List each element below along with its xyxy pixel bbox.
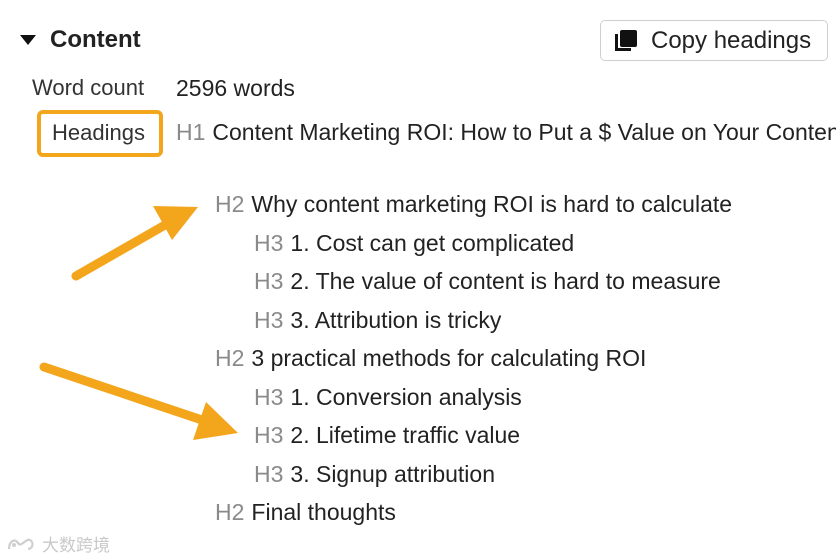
caret-down-icon — [20, 35, 36, 45]
headings-label: Headings — [52, 120, 145, 145]
heading-text: 3 practical methods for calculating ROI — [251, 345, 647, 371]
heading-text: 1. Cost can get complicated — [290, 230, 575, 256]
heading-h3: H3 1. Cost can get complicated — [254, 227, 574, 260]
word-count-label: Word count — [32, 75, 145, 100]
arrow-icon — [71, 206, 198, 281]
content-section-toggle[interactable]: Content — [20, 26, 141, 54]
heading-text: 2. The value of content is hard to measu… — [290, 268, 721, 294]
copy-icon — [615, 29, 637, 52]
heading-text: Why content marketing ROI is hard to cal… — [251, 191, 733, 217]
heading-h3: H3 1. Conversion analysis — [254, 381, 522, 414]
heading-text: 3. Attribution is tricky — [290, 307, 502, 333]
heading-level: H2 — [215, 499, 245, 525]
arrow-icon — [39, 362, 238, 440]
heading-level: H1 — [176, 119, 206, 145]
heading-level: H3 — [254, 384, 284, 410]
heading-h3: H3 3. Attribution is tricky — [254, 304, 501, 337]
word-count-value: 2596 words — [176, 75, 295, 101]
heading-level: H3 — [254, 307, 284, 333]
heading-h3: H3 2. Lifetime traffic value — [254, 419, 520, 452]
heading-text: 1. Conversion analysis — [290, 384, 522, 410]
heading-text: 3. Signup attribution — [290, 461, 495, 487]
heading-text: Final thoughts — [251, 499, 396, 525]
heading-h3: H3 3. Signup attribution — [254, 458, 495, 491]
copy-headings-button[interactable]: Copy headings — [600, 20, 828, 61]
copy-headings-label: Copy headings — [651, 26, 812, 54]
heading-level: H3 — [254, 461, 284, 487]
watermark-logo-icon — [7, 538, 34, 550]
heading-level: H2 — [215, 191, 245, 217]
heading-level: H2 — [215, 345, 245, 371]
watermark-text: 大数跨境 — [42, 536, 110, 555]
watermark: 大数跨境 — [6, 531, 110, 556]
heading-level: H3 — [254, 268, 284, 294]
heading-level: H3 — [254, 230, 284, 256]
heading-text: Content Marketing ROI: How to Put a $ Va… — [212, 119, 836, 145]
heading-h3: H3 2. The value of content is hard to mea… — [254, 265, 721, 298]
heading-h1: H1 Content Marketing ROI: How to Put a $ … — [176, 116, 836, 149]
heading-level: H3 — [254, 422, 284, 448]
section-title: Content — [50, 26, 141, 53]
heading-text: 2. Lifetime traffic value — [290, 422, 521, 448]
heading-h2: H2 Final thoughts — [215, 496, 396, 529]
heading-h2: H2 Why content marketing ROI is hard to c… — [215, 188, 732, 221]
heading-h2: H2 3 practical methods for calculating RO… — [215, 342, 646, 375]
